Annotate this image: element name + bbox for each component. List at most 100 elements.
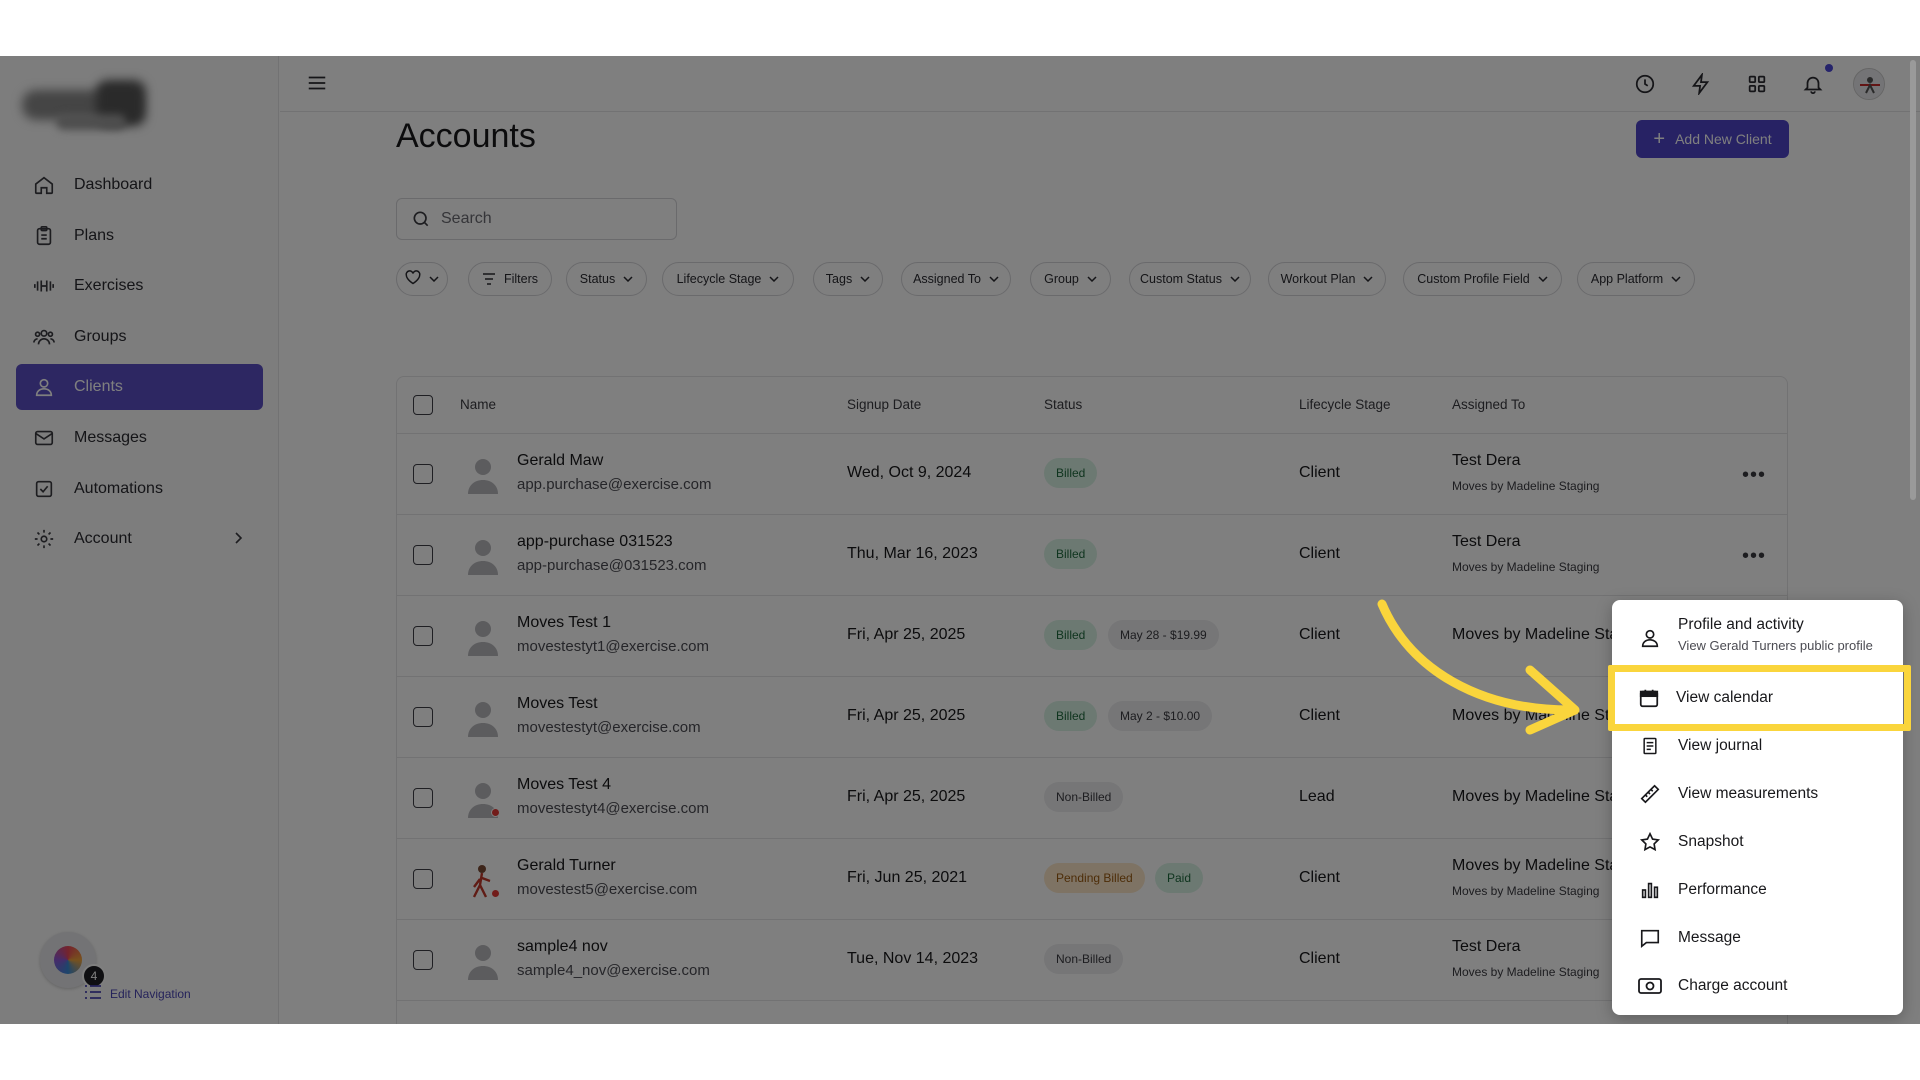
menu-toggle-icon[interactable]	[306, 72, 328, 99]
assigned-to: Test Dera	[1452, 452, 1521, 469]
client-name[interactable]: Gerald Maw	[517, 452, 603, 470]
menu-item-view-measurements[interactable]: View measurements	[1612, 770, 1903, 818]
edit-navigation-link[interactable]: Edit Navigation	[84, 984, 191, 1003]
menu-item-charge-account[interactable]: Charge account	[1612, 962, 1903, 1010]
row-checkbox[interactable]	[413, 788, 433, 808]
status-dot	[491, 889, 500, 898]
menu-item-profile[interactable]: Profile and activity View Gerald Turners…	[1612, 600, 1903, 660]
sidebar-item-label: Dashboard	[74, 176, 153, 193]
client-name[interactable]: sample4 nov	[517, 938, 608, 956]
row-checkbox[interactable]	[413, 707, 433, 727]
column-signup-date[interactable]: Signup Date	[847, 397, 921, 412]
client-name[interactable]: Gerald Turner	[517, 857, 616, 875]
sidebar-item-label: Account	[74, 530, 132, 548]
journal-icon	[1638, 734, 1662, 758]
scrollbar-thumb[interactable]	[1910, 60, 1916, 500]
lifecycle-stage: Client	[1299, 950, 1340, 967]
chevron-down-icon	[860, 276, 870, 282]
filter-assigned-to[interactable]: Assigned To	[901, 262, 1011, 296]
search-input[interactable]: Search	[396, 198, 677, 240]
table-row[interactable]: Gerald Turner movestest5@exercise.com Fr…	[397, 839, 1787, 920]
assigned-to-org: Moves by Madeline Staging	[1452, 884, 1600, 898]
row-checkbox[interactable]	[413, 545, 433, 565]
row-checkbox[interactable]	[413, 464, 433, 484]
column-name[interactable]: Name	[460, 397, 496, 412]
client-name[interactable]: Moves Test 4	[517, 776, 611, 794]
default-avatar-icon	[465, 456, 501, 496]
sidebar-item-groups[interactable]: Groups	[16, 314, 263, 360]
sidebar-item-clients[interactable]: Clients	[16, 364, 263, 411]
billing-badge: May 28 - $19.99	[1108, 620, 1219, 650]
column-status[interactable]: Status	[1044, 397, 1082, 412]
menu-item-snapshot[interactable]: Snapshot	[1612, 818, 1903, 866]
page-bottom-margin	[0, 1024, 1920, 1080]
table-row[interactable]: Moves Test 4 movestestyt4@exercise.com F…	[397, 758, 1787, 839]
favorites-filter[interactable]	[396, 262, 448, 296]
menu-item-performance[interactable]: Performance	[1612, 866, 1903, 914]
brand-logo[interactable]	[18, 78, 160, 138]
sidebar-item-automations[interactable]: Automations	[16, 466, 263, 512]
sidebar-item-dashboard[interactable]: Dashboard	[16, 162, 263, 208]
more-options-icon[interactable]: •••	[1742, 545, 1766, 568]
filters-button[interactable]: Filters	[468, 262, 552, 296]
page-scrollbar[interactable]	[1906, 56, 1920, 1024]
client-email: movestestyt@exercise.com	[517, 719, 701, 736]
column-lifecycle-stage[interactable]: Lifecycle Stage	[1299, 397, 1391, 412]
menu-item-message[interactable]: Message	[1612, 914, 1903, 962]
filter-app-platform[interactable]: App Platform	[1577, 262, 1695, 296]
sidebar-item-messages[interactable]: Messages	[16, 415, 263, 461]
sidebar-item-label: Exercises	[74, 277, 144, 295]
lifecycle-stage: Client	[1299, 707, 1340, 724]
sidebar-item-label: Automations	[74, 479, 163, 497]
column-assigned-to[interactable]: Assigned To	[1452, 397, 1525, 412]
chevron-down-icon	[1671, 276, 1681, 282]
select-all-checkbox[interactable]	[413, 395, 433, 415]
more-options-icon[interactable]: •••	[1742, 464, 1766, 487]
lifecycle-stage: Client	[1299, 545, 1340, 562]
menu-item-view-calendar-highlighted[interactable]: View calendar	[1618, 675, 1901, 721]
message-icon	[1638, 926, 1662, 950]
plus-icon: +	[1653, 128, 1666, 150]
notification-dot	[1825, 64, 1833, 72]
signup-date: Tue, Nov 14, 2023	[847, 950, 979, 967]
filter-status[interactable]: Status	[566, 262, 647, 296]
chevron-down-icon	[989, 276, 999, 282]
assigned-to-org: Moves by Madeline Staging	[1452, 479, 1600, 493]
annotation-arrow	[1377, 599, 1580, 735]
assigned-to: Moves by Madeline Stag	[1452, 788, 1628, 805]
filter-label: Assigned To	[913, 272, 981, 286]
filter-lifecycle-stage[interactable]: Lifecycle Stage	[662, 262, 794, 296]
sidebar-item-plans[interactable]: Plans	[16, 213, 263, 259]
client-name[interactable]: app-purchase 031523	[517, 533, 673, 551]
sidebar-item-account[interactable]: Account	[16, 516, 263, 562]
add-new-client-button[interactable]: + Add New Client	[1636, 120, 1789, 158]
filter-workout-plan[interactable]: Workout Plan	[1268, 262, 1386, 296]
search-icon	[411, 209, 431, 229]
filter-custom-status[interactable]: Custom Status	[1129, 262, 1251, 296]
sidebar-item-exercises[interactable]: Exercises	[16, 263, 263, 309]
edit-navigation-label: Edit Navigation	[110, 986, 191, 1001]
row-checkbox[interactable]	[413, 626, 433, 646]
table-row[interactable]	[397, 1001, 1787, 1024]
row-checkbox[interactable]	[413, 869, 433, 889]
filter-custom-profile-field[interactable]: Custom Profile Field	[1403, 262, 1562, 296]
paid-badge: Paid	[1155, 863, 1204, 893]
client-name[interactable]: Moves Test 1	[517, 614, 611, 632]
filter-tags[interactable]: Tags	[813, 262, 883, 296]
apps-grid-icon[interactable]	[1745, 72, 1769, 96]
lightning-icon[interactable]	[1689, 72, 1713, 96]
signup-date: Fri, Jun 25, 2021	[847, 869, 968, 886]
table-row[interactable]: sample4 nov sample4_nov@exercise.com Tue…	[397, 920, 1787, 1001]
chevron-down-icon	[1538, 276, 1548, 282]
menu-item-sublabel: View Gerald Turners public profile	[1678, 638, 1873, 653]
star-icon	[1638, 830, 1662, 854]
bell-icon[interactable]	[1801, 72, 1825, 96]
client-name[interactable]: Moves Test	[517, 695, 598, 713]
row-checkbox[interactable]	[413, 950, 433, 970]
filter-group[interactable]: Group	[1030, 262, 1111, 296]
table-row[interactable]: app-purchase 031523 app-purchase@031523.…	[397, 515, 1787, 596]
table-row[interactable]: Gerald Maw app.purchase@exercise.com Wed…	[397, 434, 1787, 515]
history-icon[interactable]	[1633, 72, 1657, 96]
user-avatar[interactable]	[1853, 68, 1885, 100]
filter-lines-icon	[482, 273, 496, 285]
